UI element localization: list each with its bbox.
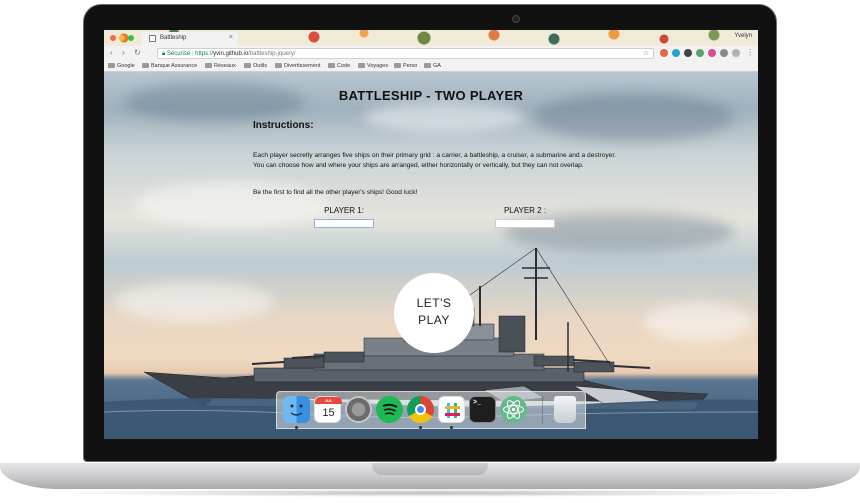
terminal-icon[interactable]: >_ xyxy=(469,396,496,423)
bookmark-banque[interactable]: Banque Assurance xyxy=(142,63,197,69)
lets-play-button[interactable]: LET'S PLAY xyxy=(394,273,474,353)
cloud xyxy=(364,102,524,132)
bookmark-perso[interactable]: Perso xyxy=(394,63,417,69)
browser-toolbar: ‹ › ↻ 🔒︎ Sécurisé | https://yvin.github.… xyxy=(104,46,758,61)
minimize-window-icon[interactable] xyxy=(119,35,125,41)
camera-icon xyxy=(512,15,520,23)
close-tab-icon[interactable]: × xyxy=(229,34,233,41)
system-preferences-icon[interactable] xyxy=(345,396,372,423)
profile-name[interactable]: Yvelyn xyxy=(734,33,752,39)
player2-label: PLAYER 2 : xyxy=(503,206,547,215)
screen: Battleship × Yvelyn ‹ › ↻ 🔒︎ Sécurisé | … xyxy=(104,30,758,439)
running-indicator xyxy=(419,426,422,429)
extension-icon[interactable] xyxy=(672,49,680,57)
play-button-line2: PLAY xyxy=(418,313,450,327)
lock-icon: 🔒︎ xyxy=(162,51,166,57)
folder-icon xyxy=(394,63,401,68)
laptop-shadow xyxy=(40,489,820,497)
page-title: BATTLESHIP - TWO PLAYER xyxy=(338,88,524,103)
chrome-icon[interactable] xyxy=(407,396,434,423)
bookmark-voyages[interactable]: Voyages xyxy=(358,63,388,69)
running-indicator xyxy=(295,426,298,429)
extension-icon[interactable] xyxy=(708,49,716,57)
bookmark-ga[interactable]: GA xyxy=(424,63,441,69)
maximize-window-icon[interactable] xyxy=(128,35,134,41)
calendar-day: 15 xyxy=(322,407,335,419)
extension-icon[interactable] xyxy=(660,49,668,57)
folder-icon xyxy=(205,63,212,68)
play-button-line1: LET'S xyxy=(416,296,452,310)
cloud xyxy=(504,212,734,252)
instructions-heading: Instructions: xyxy=(253,120,314,131)
chrome-center xyxy=(415,404,426,415)
instructions-text: Each player secretly arranges five ships… xyxy=(253,152,616,169)
trash-icon[interactable] xyxy=(554,396,576,423)
bookmark-divertissement[interactable]: Divertissement xyxy=(275,63,320,69)
finder-icon[interactable] xyxy=(283,396,310,423)
folder-icon xyxy=(142,63,149,68)
back-icon[interactable]: ‹ xyxy=(110,48,113,58)
extension-icon[interactable] xyxy=(696,49,704,57)
atom-icon[interactable] xyxy=(500,396,527,423)
bookmark-reseaux[interactable]: Réseaux xyxy=(205,63,236,69)
folder-icon xyxy=(358,63,365,68)
dock-separator xyxy=(542,396,543,424)
bookmark-star-icon[interactable]: ☆ xyxy=(643,49,649,59)
player2-name-input[interactable] xyxy=(495,219,555,228)
tab-strip: Battleship × Yvelyn xyxy=(104,30,758,46)
secure-label: Sécurisé xyxy=(166,51,191,57)
folder-icon xyxy=(244,63,251,68)
reload-icon[interactable]: ↻ xyxy=(134,48,141,58)
folder-icon xyxy=(424,63,431,68)
player1-name-input[interactable] xyxy=(314,219,374,228)
extension-icon[interactable] xyxy=(732,49,740,57)
url-path: /battleship-jquery/ xyxy=(248,51,296,57)
cloud xyxy=(114,282,274,322)
close-window-icon[interactable] xyxy=(110,35,116,41)
running-indicator xyxy=(450,426,453,429)
tab-battleship[interactable]: Battleship × xyxy=(142,32,238,46)
calendar-month: JUL xyxy=(315,397,342,404)
page-icon xyxy=(149,35,156,42)
player1-label: PLAYER 1: xyxy=(324,206,364,215)
forward-icon[interactable]: › xyxy=(122,48,125,58)
spotify-icon[interactable] xyxy=(376,396,403,423)
folder-icon xyxy=(108,63,115,68)
tab-title: Battleship xyxy=(160,35,187,41)
menu-icon[interactable]: ⋮ xyxy=(746,48,754,58)
url-host: yvin.github.io xyxy=(213,51,249,57)
laptop-notch xyxy=(372,463,488,475)
bookmark-code[interactable]: Code xyxy=(328,63,350,69)
bookmarks-bar: Google Banque Assurance Réseaux Outils D… xyxy=(104,61,758,72)
url-scheme: https:// xyxy=(195,51,214,57)
instructions-goal: Be the first to find all the other playe… xyxy=(253,189,418,196)
slack-icon[interactable] xyxy=(438,396,465,423)
dock: JUL 15 >_ xyxy=(276,391,586,429)
calendar-icon[interactable]: JUL 15 xyxy=(314,396,342,423)
address-bar[interactable]: 🔒︎ Sécurisé | https://yvin.github.io/bat… xyxy=(157,48,654,59)
bookmark-google[interactable]: Google xyxy=(108,63,135,69)
extension-icon[interactable] xyxy=(684,49,692,57)
extension-icon[interactable] xyxy=(720,49,728,57)
folder-icon xyxy=(275,63,282,68)
cloud xyxy=(644,302,754,342)
page-background: BATTLESHIP - TWO PLAYER Instructions: Ea… xyxy=(104,72,758,439)
folder-icon xyxy=(328,63,335,68)
bookmark-outils[interactable]: Outils xyxy=(244,63,267,69)
laptop-frame: Battleship × Yvelyn ‹ › ↻ 🔒︎ Sécurisé | … xyxy=(0,0,860,503)
